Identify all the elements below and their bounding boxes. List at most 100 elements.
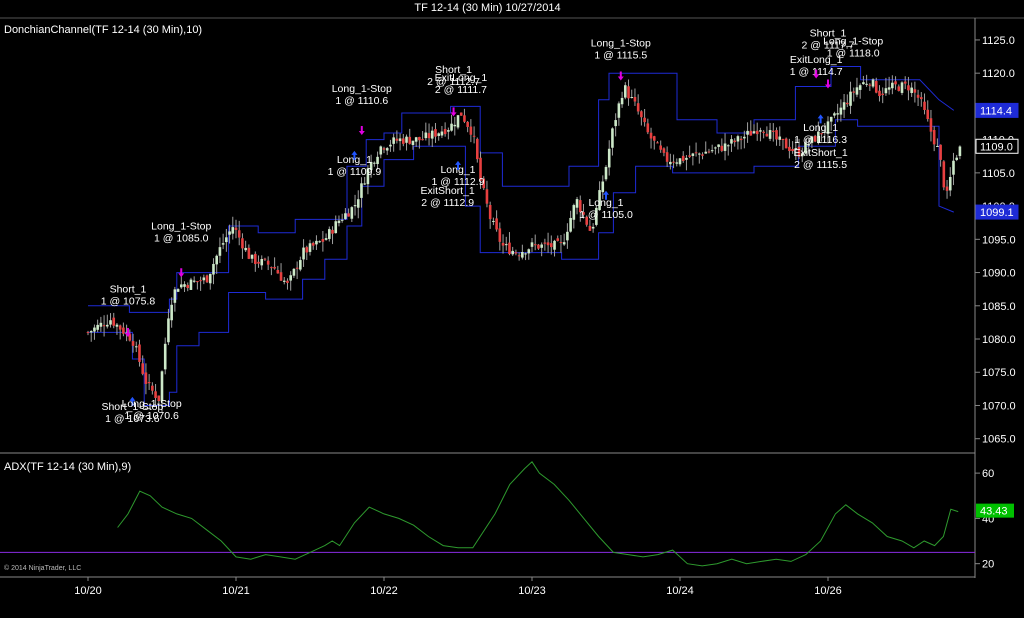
candle-body [868,84,872,86]
candle-body [926,109,930,119]
candle-body [89,331,93,333]
candle-body [321,238,325,242]
candle-body [244,247,247,251]
candle-body [614,120,617,127]
trade-label: 1 @ 1116.3 [794,134,847,146]
candle-body [569,217,572,232]
candle-body [151,385,154,391]
candle-body [717,144,720,147]
candle-body [833,113,836,116]
candle-body [466,121,469,127]
candle-body [112,317,116,326]
candle-body [669,161,672,165]
candle-body [524,253,527,255]
candle-body [459,112,463,116]
candle-body [405,136,408,143]
candle-body [672,161,675,163]
candle-body [640,111,643,118]
candle-body [163,343,167,370]
candle-body [495,218,498,230]
candle-body [649,132,653,139]
candle-body [566,231,569,241]
candle-body [540,244,543,248]
candle-body [887,87,891,90]
candle-body [237,230,241,238]
candle-body [350,207,354,219]
candle-body [382,148,386,150]
candle-body [411,140,415,145]
candle-body [315,240,318,245]
y-tick-label: 1095.0 [982,234,1016,246]
trade-label: 1 @ 1105.0 [579,209,633,221]
x-tick-label: 10/23 [518,585,546,597]
candle-body [273,266,276,269]
candle-body [939,144,942,160]
candle-body [504,244,508,246]
candle-body [714,147,717,149]
trade-label: ExitShort_1 [420,185,474,197]
candle-body [704,151,708,154]
candle-body [874,81,878,93]
candle-body [907,85,910,91]
candle-body [656,142,659,144]
candle-body [270,267,273,269]
candle-body [781,139,785,141]
candle-body [624,85,627,98]
trade-label: ExitLong_1 [435,72,488,84]
candle-body [862,82,865,85]
candle-body [231,227,235,234]
candle-body [202,277,206,281]
candle-body [427,133,431,139]
candle-body [849,91,852,106]
candle-body [241,238,244,249]
sell-arrow-icon [825,79,831,89]
candle-body [620,97,624,105]
candle-body [476,138,479,160]
candle-body [208,273,212,284]
candle-body [884,88,888,94]
candle-body [167,318,170,343]
candle-body [485,189,489,204]
candle-body [234,227,238,230]
candle-body [176,289,180,292]
candle-body [189,279,193,290]
candle-body [710,150,714,152]
candle-body [775,130,778,140]
candle-body [607,148,611,168]
candle-body [575,199,579,208]
candle-body [707,151,711,153]
candle-body [846,102,849,105]
chart-svg[interactable]: 1065.0 1070.0 1075.0 1080.0 1085.0 1090.0 1095… [0,0,1024,618]
candle-body [122,327,125,334]
candle-body [356,199,360,208]
candle-body [115,324,119,327]
candle-body [363,183,366,185]
candle-body [903,81,907,84]
candle-body [900,82,904,93]
candle-body [749,130,753,136]
candle-body [447,130,450,132]
candle-body [508,242,511,255]
candle-body [469,126,473,135]
candle-body [543,242,547,244]
candle-body [180,284,183,288]
candle-body [678,158,682,165]
candle-body [353,205,357,207]
candle-body [263,258,267,260]
candle-body [463,115,466,122]
candle-body [726,145,730,147]
trade-label: ExitLong_1 [790,54,843,66]
candle-body [109,320,112,325]
candle-body [430,130,434,139]
candle-body [636,103,640,112]
candle-body [340,219,344,221]
y-tick-label: 1090.0 [982,268,1016,280]
candle-body [225,237,228,243]
candle-body [373,162,376,164]
candle-body [302,247,305,260]
candle-body [376,156,379,165]
candle-body [247,247,251,259]
candle-body [328,229,331,239]
price-badge-label: 1114.4 [980,105,1012,117]
trade-label: 2 @ 1115.5 [794,159,847,171]
